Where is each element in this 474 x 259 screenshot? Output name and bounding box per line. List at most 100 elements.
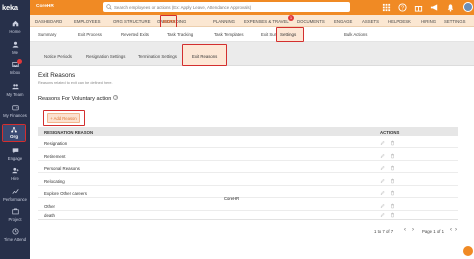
tab-settings[interactable]: Settings (276, 27, 304, 42)
edit-icon[interactable] (380, 212, 385, 218)
avatar[interactable] (463, 2, 473, 12)
delete-icon[interactable] (390, 203, 395, 209)
apps-icon[interactable] (382, 3, 391, 12)
clock-icon (11, 228, 19, 235)
delete-icon[interactable] (390, 178, 395, 184)
table-header: RESIGNATION REASON ACTIONS (38, 127, 458, 136)
nav-org-structure[interactable]: ORG STRUCTURE (113, 19, 150, 24)
company-name[interactable]: CoreHR (36, 4, 54, 9)
tab-task-tracking[interactable]: Task Tracking (167, 32, 193, 37)
sidebar-item-me[interactable]: Me (0, 41, 30, 55)
search-placeholder: Search employees or actions (Ex: Apply L… (114, 4, 252, 10)
sidebar-item-label: Project (8, 217, 22, 222)
next-page-icon-2[interactable]: › (455, 227, 457, 233)
page-subtitle: Reasons related to exit can be defined h… (38, 81, 113, 85)
sidebar-item-label: Org (9, 134, 18, 139)
next-page-icon[interactable]: › (412, 227, 414, 233)
svg-text:?: ? (401, 5, 404, 11)
edit-icon[interactable] (380, 140, 385, 146)
delete-icon[interactable] (390, 153, 395, 159)
nav-dashboard[interactable]: DASHBOARD (35, 19, 62, 24)
nav-helpdesk[interactable]: HELPDESK (388, 19, 411, 24)
edit-icon[interactable] (380, 153, 385, 159)
reason-cell: Retirement (44, 153, 66, 159)
sub-nav: Summary Exit Process Reverted Exits Task… (30, 27, 474, 42)
bell-icon[interactable] (446, 3, 455, 12)
section-title: Reasons For Voluntary action? (38, 95, 119, 102)
sidebar-item-my-team[interactable]: My Team (0, 83, 30, 97)
edit-icon[interactable] (380, 190, 385, 196)
table-row: Personal Reasons (38, 162, 458, 173)
search-input[interactable]: Search employees or actions (Ex: Apply L… (103, 2, 350, 12)
sidebar-item-home[interactable]: Home (0, 20, 30, 34)
nav-employees[interactable]: EMPLOYEES (74, 19, 101, 24)
megaphone-icon[interactable] (430, 3, 439, 12)
nav-expenses-travel[interactable]: EXPENSES & TRAVEL (244, 19, 289, 24)
reason-cell: Relocating (44, 178, 65, 184)
inbox-badge (17, 59, 22, 64)
sidebar-item-label: Hire (11, 176, 19, 181)
table-footer: 1 to 7 of 7 Page 1 of 1 ‹ › ‹ › (38, 219, 458, 237)
reason-cell: death (44, 213, 55, 218)
app-logo[interactable]: keka (2, 3, 18, 12)
tab-bulk-actions[interactable]: Bulk Actions (344, 32, 367, 37)
tab-reverted-exits[interactable]: Reverted Exits (121, 32, 149, 37)
sidebar-item-label: My Finances (3, 113, 27, 118)
nav-engage[interactable]: ENGAGE (334, 19, 352, 24)
tab-resignation-settings[interactable]: Resignation Settings (86, 54, 125, 59)
reason-cell: Other (44, 203, 55, 209)
sidebar-item-label: Time Attend (3, 237, 27, 242)
table-row: Retirement (38, 150, 458, 161)
tab-task-templates[interactable]: Task Templates (214, 32, 244, 37)
gift-icon[interactable] (414, 3, 423, 12)
table-row: Relocating (38, 175, 458, 186)
table-row: Explore Other careers (38, 187, 458, 198)
delete-icon[interactable] (390, 190, 395, 196)
sidebar-item-label: Home (9, 29, 21, 34)
nav-documents[interactable]: DOCUMENTS (297, 19, 325, 24)
sidebar-item-project[interactable]: Project (0, 208, 30, 222)
chat-fab[interactable] (463, 246, 473, 256)
sidebar-item-engage[interactable]: Engage (0, 147, 30, 161)
edit-icon[interactable] (380, 165, 385, 171)
tab-exit-process[interactable]: Exit Process (78, 32, 102, 37)
prev-page-icon-2[interactable]: ‹ (450, 227, 452, 233)
prev-page-icon[interactable]: ‹ (404, 227, 406, 233)
engage-icon (12, 147, 19, 154)
nav-hiring[interactable]: HIRING (421, 19, 436, 24)
pagination-page: Page 1 of 1 (422, 229, 444, 234)
sidebar-item-my-finances[interactable]: My Finances (0, 104, 30, 118)
help-icon[interactable]: ? (113, 95, 119, 100)
sidebar-item-hire[interactable]: Hire (0, 167, 30, 181)
sidebar-item-performance[interactable]: Performance (0, 188, 30, 202)
sidebar-item-org[interactable]: Org (3, 125, 25, 141)
user-icon (12, 41, 19, 48)
tab-exit-reasons[interactable]: Exit Reasons (182, 44, 227, 66)
sidebar-item-label: Engage (7, 156, 23, 161)
edit-icon[interactable] (380, 203, 385, 209)
tab-termination-settings[interactable]: Termination Settings (138, 54, 177, 59)
delete-icon[interactable] (390, 212, 395, 218)
settings-tabs: Notice Periods Resignation Settings Term… (30, 42, 474, 66)
wallet-icon (11, 104, 19, 111)
nav-planning[interactable]: PLANNING (213, 19, 235, 24)
sidebar-item-time-attend[interactable]: Time Attend (0, 228, 30, 242)
section-title-text: Reasons For Voluntary action (38, 96, 112, 102)
column-header-actions: ACTIONS (380, 129, 400, 135)
nav-settings[interactable]: SETTINGS (444, 19, 466, 24)
sidebar-item-inbox[interactable]: Inbox (0, 59, 30, 75)
top-bar: CoreHR Search employees or actions (Ex: … (30, 0, 474, 15)
column-header-reason: RESIGNATION REASON (44, 129, 94, 135)
add-reason-button[interactable]: + Add Reason (47, 113, 80, 123)
sidebar-item-label: My Team (6, 92, 24, 97)
hire-icon (11, 167, 19, 174)
help-icon[interactable]: ? (398, 3, 407, 12)
edit-icon[interactable] (380, 178, 385, 184)
nav-assets[interactable]: ASSETS (362, 19, 379, 24)
delete-icon[interactable] (390, 140, 395, 146)
tab-notice-periods[interactable]: Notice Periods (44, 54, 72, 59)
tab-summary[interactable]: Summary (38, 32, 56, 37)
sidebar-item-label: Inbox (9, 70, 21, 75)
delete-icon[interactable] (390, 165, 395, 171)
performance-icon (11, 188, 19, 195)
